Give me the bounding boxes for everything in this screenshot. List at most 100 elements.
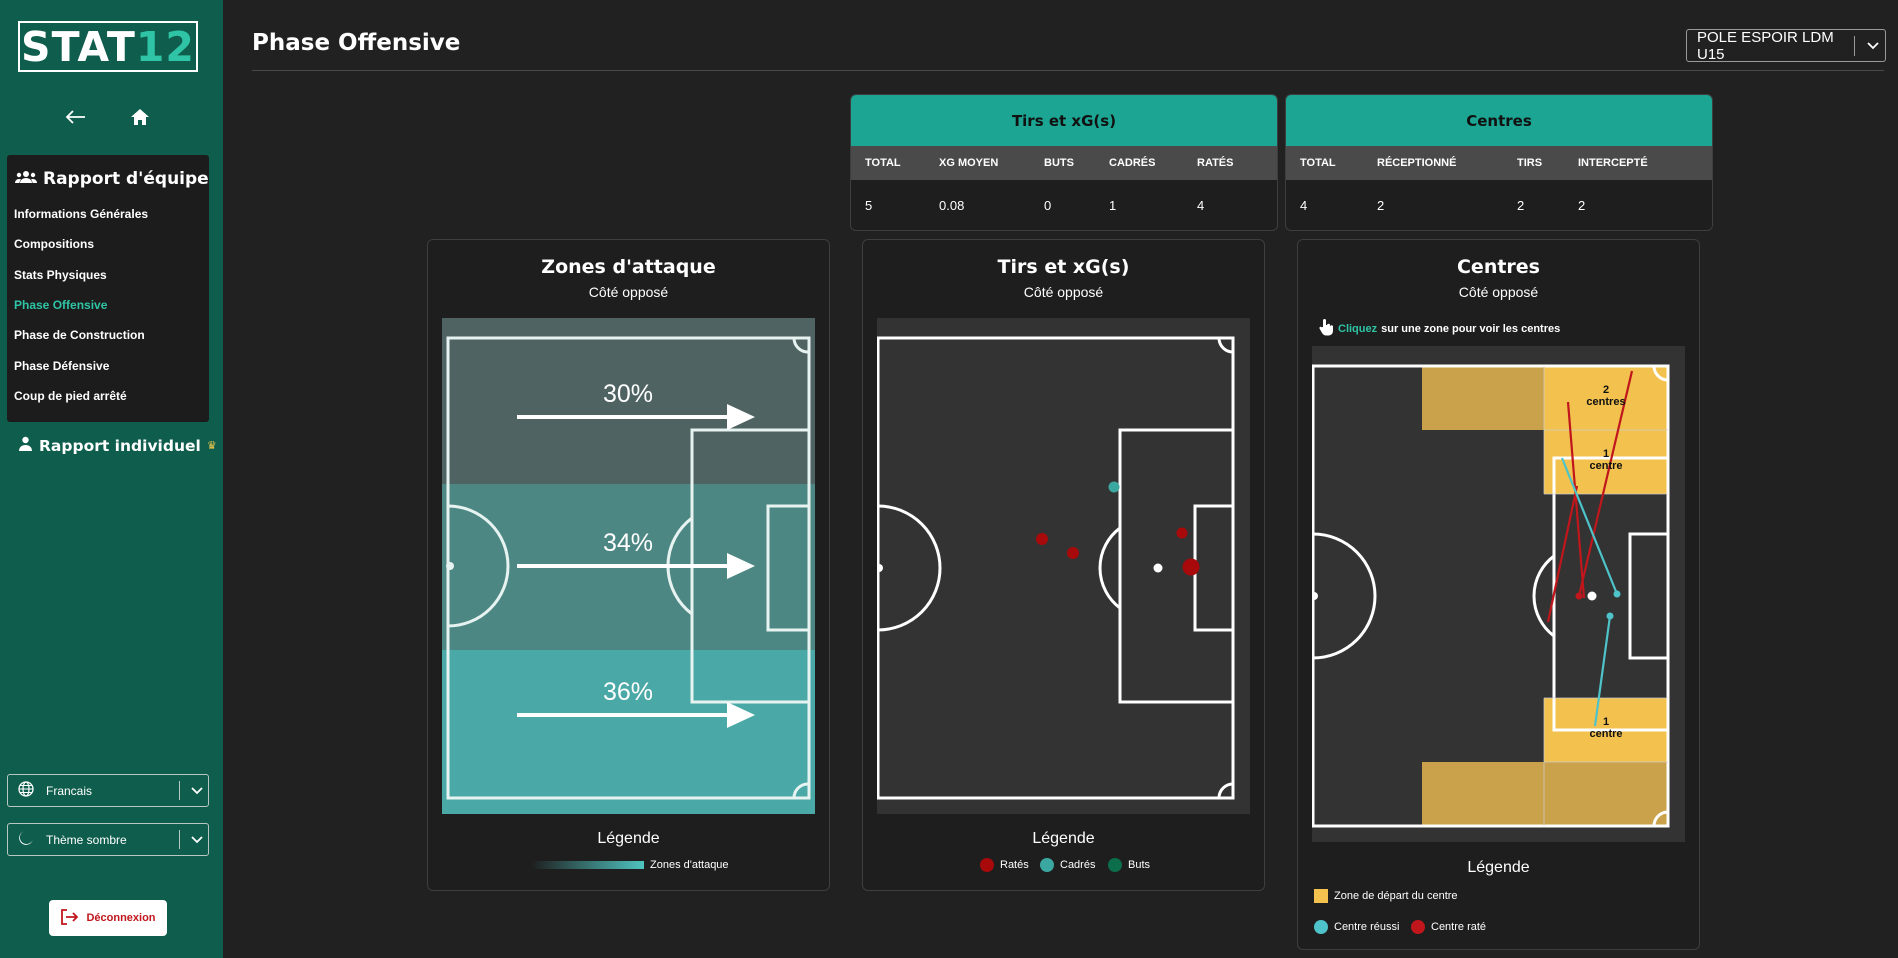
chevron-down-icon xyxy=(186,835,208,844)
legend-cross-zone: Zone de départ du centre xyxy=(1314,889,1458,903)
column-header: INTERCEPTÉ xyxy=(1578,157,1648,169)
select-divider xyxy=(1854,35,1855,56)
cross-zone[interactable] xyxy=(1422,762,1544,826)
cross-endpoint xyxy=(1613,590,1621,598)
sidebar-item-2[interactable]: Stats Physiques xyxy=(14,268,107,282)
home-icon[interactable] xyxy=(126,104,154,130)
individual-report-label: Rapport individuel xyxy=(39,436,201,455)
logout-icon xyxy=(60,908,79,928)
cross-zone[interactable] xyxy=(1544,762,1668,826)
sidebar-item-3[interactable]: Phase Offensive xyxy=(14,298,107,312)
legend-label: Ratés xyxy=(1000,859,1029,871)
zone-count-label: centre xyxy=(1589,728,1622,740)
penalty-spot xyxy=(1153,563,1163,573)
on-target-dot-icon xyxy=(1040,858,1054,872)
table-row: 5 0.08 0 1 4 xyxy=(851,180,1277,230)
legend-cross-fail: Centre raté xyxy=(1411,920,1486,934)
sidebar-item-5[interactable]: Phase Défensive xyxy=(14,359,109,373)
table-cell: 0 xyxy=(1044,198,1052,213)
theme-select[interactable]: Thème sombre xyxy=(7,823,209,856)
attack-zones-title: Zones d'attaque xyxy=(541,256,716,278)
sidebar-item-1[interactable]: Compositions xyxy=(14,237,94,251)
fail-dot-icon xyxy=(1411,920,1425,934)
crosses-subtitle: Côté opposé xyxy=(1458,284,1539,300)
legend-label: Cadrés xyxy=(1060,859,1096,871)
hint-link[interactable]: Cliquez xyxy=(1338,323,1377,335)
header-divider xyxy=(252,70,1884,71)
gradient-swatch xyxy=(531,861,644,869)
attack-zones-pitch: 30% 34% 36% xyxy=(442,318,815,814)
crosses-table-title: Centres xyxy=(1286,95,1712,146)
select-divider xyxy=(179,830,180,849)
legend-cross-success: Centre réussi xyxy=(1314,920,1399,934)
shot-missed[interactable] xyxy=(1036,533,1048,545)
sidebar-item-0[interactable]: Informations Générales xyxy=(14,207,148,221)
legend-title: Légende xyxy=(1467,859,1530,876)
zone-count-label: centres xyxy=(1586,396,1625,408)
language-select[interactable]: Francais xyxy=(7,774,209,807)
page-title: Phase Offensive xyxy=(252,30,461,56)
crown-icon: ♛ xyxy=(206,439,217,452)
hint-text: sur une zone pour voir les centres xyxy=(1381,322,1561,335)
shots-panel: Tirs et xG(s) Côté opposé Légende Ratés … xyxy=(862,239,1265,891)
table-cell: 2 xyxy=(1517,198,1525,213)
success-dot-icon xyxy=(1314,920,1328,934)
legend-label: Buts xyxy=(1128,859,1151,871)
logo-text-white: STAT xyxy=(21,22,136,71)
cross-endpoint xyxy=(1606,612,1614,620)
logout-label: Déconnexion xyxy=(86,912,156,924)
table-cell: 2 xyxy=(1578,198,1586,213)
shots-title: Tirs et xG(s) xyxy=(997,256,1130,278)
pointer-hand-icon xyxy=(1318,318,1334,339)
shot-on-target[interactable] xyxy=(1108,481,1120,493)
chevron-down-icon xyxy=(1861,41,1885,50)
legend-label: Centre réussi xyxy=(1334,921,1400,933)
chevron-down-icon xyxy=(186,786,208,795)
team-select[interactable]: POLE ESPOIR LDM U15 xyxy=(1686,28,1886,63)
crosses-pitch: 2 centres 1 centre 1 centre xyxy=(1312,346,1685,842)
column-header: RÉCEPTIONNÉ xyxy=(1377,157,1457,169)
zone-band-bottom[interactable] xyxy=(442,650,815,814)
legend-label: Centre raté xyxy=(1431,921,1487,933)
penalty-spot xyxy=(1587,591,1597,601)
team-report-header[interactable]: Rapport d'équipe xyxy=(15,169,209,189)
click-hint: Cliquez sur une zone pour voir les centr… xyxy=(1318,318,1560,339)
team-report-menu: Rapport d'équipe Informations Générales C… xyxy=(7,155,209,422)
table-cell: 1 xyxy=(1109,198,1117,213)
crosses-panel: Centres Côté opposé Cliquez sur une zone… xyxy=(1297,239,1700,950)
column-header: CADRÉS xyxy=(1109,157,1156,169)
sidebar-item-4[interactable]: Phase de Construction xyxy=(14,328,145,342)
table-cell: 4 xyxy=(1197,198,1205,213)
legend-goals: Buts xyxy=(1108,858,1150,872)
individual-report-link[interactable]: Rapport individuel ♛ xyxy=(18,436,217,455)
shot-missed[interactable] xyxy=(1176,527,1188,539)
stat12-logo[interactable]: STAT 12 xyxy=(18,21,198,72)
select-divider xyxy=(179,781,180,800)
team-value: POLE ESPOIR LDM U15 xyxy=(1697,28,1834,63)
legend-title: Légende xyxy=(597,830,660,847)
column-header: XG MOYEN xyxy=(939,157,999,169)
shot-missed[interactable] xyxy=(1182,558,1200,576)
legend-label: Zones d'attaque xyxy=(650,859,729,871)
column-header: RATÉS xyxy=(1197,157,1234,169)
table-row: 4 2 2 2 xyxy=(1286,180,1712,230)
crosses-stats-table: Centres TOTAL RÉCEPTIONNÉ TIRS INTERCEPTÉ 4… xyxy=(1285,94,1713,231)
table-cell: 0.08 xyxy=(939,198,965,213)
logout-button[interactable]: Déconnexion xyxy=(49,900,167,936)
sidebar-item-6[interactable]: Coup de pied arrêté xyxy=(14,389,127,403)
back-arrow-icon[interactable] xyxy=(61,104,89,130)
table-cell: 4 xyxy=(1300,198,1308,213)
legend-title: Légende xyxy=(1032,830,1095,847)
zone-percentage: 30% xyxy=(603,380,653,408)
missed-dot-icon xyxy=(980,858,994,872)
shots-subtitle: Côté opposé xyxy=(1023,284,1104,300)
shot-missed[interactable] xyxy=(1067,547,1079,559)
zone-percentage: 34% xyxy=(603,529,653,557)
user-icon xyxy=(18,436,33,455)
zone-count: 1 xyxy=(1603,716,1609,728)
legend-on-target: Cadrés xyxy=(1040,858,1095,872)
cross-zone[interactable] xyxy=(1422,366,1544,430)
crosses-table-header-row: TOTAL RÉCEPTIONNÉ TIRS INTERCEPTÉ xyxy=(1286,146,1712,180)
column-header: TOTAL xyxy=(1300,157,1336,169)
logo-text-green: 12 xyxy=(135,22,195,71)
